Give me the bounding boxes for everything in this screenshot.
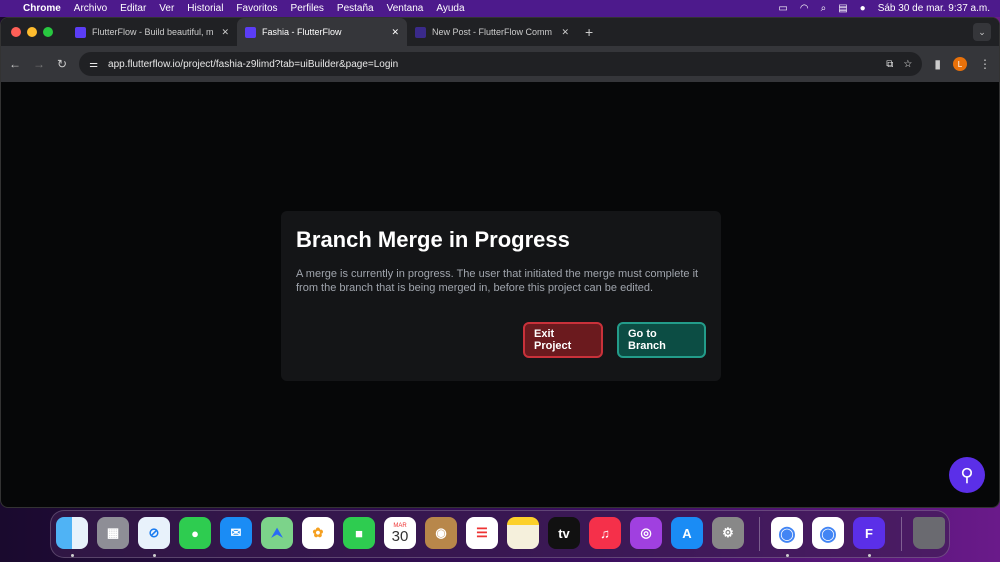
launchpad-icon[interactable]: ▦	[97, 517, 129, 549]
contacts-icon[interactable]: ◉	[425, 517, 457, 549]
more-menu-icon[interactable]: ⋮	[979, 57, 991, 71]
tab-title: Fashia - FlutterFlow	[262, 27, 342, 37]
menu-pestana[interactable]: Pestaña	[337, 3, 374, 14]
side-panel-icon[interactable]: ▮	[934, 57, 941, 71]
safari-icon[interactable]: ⊘	[138, 517, 170, 549]
dock: ▦ ⊘ ● ✉ ⮝ ✿ ■ MAR 30 ◉ ☰ tv ♫ ◎ A ⚙ ◉ ◉ F	[50, 510, 950, 558]
menu-archivo[interactable]: Archivo	[74, 3, 107, 14]
url-text[interactable]: app.flutterflow.io/project/fashia-z9limd…	[108, 59, 398, 70]
flutterflow-favicon-icon	[245, 26, 256, 38]
menu-ver[interactable]: Ver	[159, 3, 174, 14]
tab-bar: FlutterFlow - Build beautiful, m ✕ Fashia…	[1, 18, 999, 46]
dialog-message: A merge is currently in progress. The us…	[296, 268, 699, 294]
system-settings-icon[interactable]: ⚙	[712, 517, 744, 549]
new-tab-button[interactable]: +	[585, 24, 593, 40]
close-tab-icon[interactable]: ✕	[561, 27, 569, 38]
search-fab-button[interactable]: ⚲	[949, 457, 985, 493]
maps-icon[interactable]: ⮝	[261, 517, 293, 549]
facetime-icon[interactable]: ■	[343, 517, 375, 549]
control-center-icon[interactable]: ▤	[838, 3, 847, 14]
bookmark-star-icon[interactable]: ☆	[903, 59, 912, 70]
menu-editar[interactable]: Editar	[120, 3, 146, 14]
calendar-icon[interactable]: MAR 30	[384, 517, 416, 549]
close-window-button[interactable]	[11, 27, 21, 37]
flutterflow-favicon-icon	[415, 26, 426, 38]
tab-search-chevron-icon[interactable]: ⌄	[973, 23, 991, 41]
menu-ventana[interactable]: Ventana	[387, 3, 424, 14]
chrome-icon-2[interactable]: ◉	[812, 517, 844, 549]
close-tab-icon[interactable]: ✕	[221, 27, 229, 38]
exit-project-button[interactable]: Exit Project	[523, 322, 603, 358]
finder-icon[interactable]	[56, 517, 88, 549]
search-icon: ⚲	[960, 464, 974, 485]
tab-fashia[interactable]: Fashia - FlutterFlow ✕	[237, 18, 407, 46]
trash-icon[interactable]	[913, 517, 945, 549]
menu-perfiles[interactable]: Perfiles	[291, 3, 324, 14]
app-store-icon[interactable]: A	[671, 517, 703, 549]
photos-icon[interactable]: ✿	[302, 517, 334, 549]
reload-icon[interactable]: ↻	[57, 57, 67, 71]
tv-label: tv	[558, 525, 570, 541]
reminders-icon[interactable]: ☰	[466, 517, 498, 549]
minimize-window-button[interactable]	[27, 27, 37, 37]
music-icon[interactable]: ♫	[589, 517, 621, 549]
mail-icon[interactable]: ✉	[220, 517, 252, 549]
messages-icon[interactable]: ●	[179, 517, 211, 549]
tab-title: New Post - FlutterFlow Comm	[432, 27, 553, 37]
chrome-icon[interactable]: ◉	[771, 517, 803, 549]
forward-icon[interactable]: →	[33, 57, 45, 71]
branch-merge-dialog: Branch Merge in Progress A merge is curr…	[281, 211, 721, 381]
wifi-icon[interactable]: ◠	[800, 3, 809, 14]
install-app-icon[interactable]: ⧉	[886, 59, 893, 70]
back-icon[interactable]: ←	[9, 57, 21, 71]
tab-flutterflow[interactable]: FlutterFlow - Build beautiful, m ✕	[67, 18, 237, 46]
flutterflow-icon[interactable]: F	[853, 517, 885, 549]
battery-icon[interactable]: ▭	[778, 3, 787, 14]
close-tab-icon[interactable]: ✕	[391, 27, 399, 38]
siri-icon[interactable]: ●	[860, 3, 866, 14]
menu-historial[interactable]: Historial	[187, 3, 223, 14]
datetime[interactable]: Sáb 30 de mar. 9:37 a.m.	[878, 3, 990, 14]
site-settings-icon[interactable]: ⚌	[89, 59, 98, 70]
zoom-window-button[interactable]	[43, 27, 53, 37]
flutterflow-favicon-icon	[75, 26, 86, 38]
toolbar: ← → ↻ ⚌ app.flutterflow.io/project/fashi…	[1, 46, 999, 82]
profile-avatar[interactable]: L	[953, 57, 967, 71]
search-icon[interactable]: ⌕	[821, 3, 827, 14]
menu-app-name[interactable]: Chrome	[23, 3, 61, 14]
address-bar[interactable]: ⚌ app.flutterflow.io/project/fashia-z9li…	[79, 52, 923, 76]
tab-new-post[interactable]: New Post - FlutterFlow Comm ✕	[407, 18, 577, 46]
calendar-day: 30	[391, 527, 409, 545]
apple-tv-icon[interactable]: tv	[548, 517, 580, 549]
tab-title: FlutterFlow - Build beautiful, m	[92, 27, 214, 37]
browser-window: FlutterFlow - Build beautiful, m ✕ Fashia…	[0, 17, 1000, 508]
notes-icon[interactable]	[507, 517, 539, 549]
menu-favoritos[interactable]: Favoritos	[236, 3, 277, 14]
menu-ayuda[interactable]: Ayuda	[436, 3, 464, 14]
dialog-title: Branch Merge in Progress	[296, 227, 570, 252]
menu-bar: Chrome Archivo Editar Ver Historial Favo…	[0, 0, 1000, 17]
podcasts-icon[interactable]: ◎	[630, 517, 662, 549]
go-to-branch-button[interactable]: Go to Branch	[617, 322, 706, 358]
